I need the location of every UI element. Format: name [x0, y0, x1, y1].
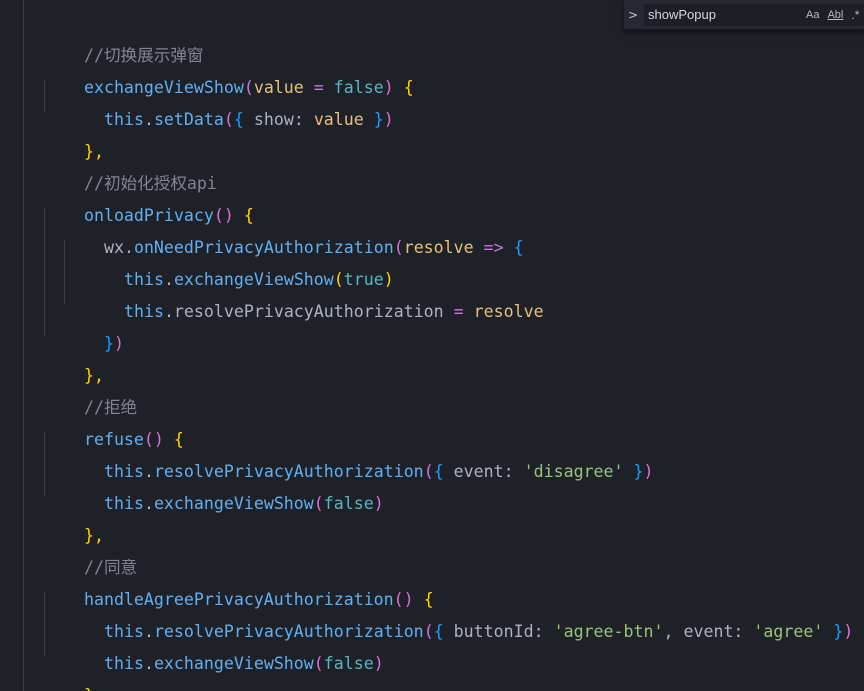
object-key: buttonId:	[443, 622, 554, 641]
brace: },	[84, 686, 104, 691]
paren: (	[313, 654, 324, 673]
brace: }	[823, 622, 844, 641]
dot: .	[143, 654, 154, 673]
find-input-container: Aa Abl .*	[644, 3, 864, 26]
indent-guide	[23, 0, 24, 691]
match-case-toggle[interactable]: Aa	[806, 9, 819, 21]
whole-word-toggle[interactable]: Abl	[827, 9, 843, 21]
this-keyword: this	[103, 494, 144, 513]
this-keyword: this	[123, 302, 164, 321]
string-literal: 'agree-btn'	[553, 622, 664, 641]
brace: {	[433, 622, 444, 641]
code-editor[interactable]: //切换展示弹窗 exchangeViewShow(value = false)…	[0, 0, 864, 691]
boolean: false	[323, 654, 374, 673]
brace: {	[433, 462, 444, 481]
this-keyword: this	[103, 110, 144, 129]
code-line[interactable]: },	[44, 104, 104, 161]
code-line[interactable]: },	[44, 488, 104, 545]
string-literal: 'agree'	[753, 622, 824, 641]
object-key: event:	[443, 462, 524, 481]
code-line[interactable]: //同意	[44, 520, 137, 577]
code-line[interactable]: this.exchangeViewShow(false)	[64, 616, 384, 673]
code-line[interactable]: //拒绝	[44, 360, 137, 417]
regex-toggle[interactable]: .*	[851, 8, 859, 22]
variable: resolve	[473, 302, 544, 321]
find-input[interactable]	[644, 7, 802, 22]
code-line[interactable]: this.exchangeViewShow(false)	[64, 456, 384, 513]
property: .resolvePrivacyAuthorization	[163, 302, 444, 321]
code-line[interactable]: },	[44, 328, 104, 385]
brace: }	[103, 334, 114, 353]
dot: .	[143, 110, 154, 129]
paren: )	[843, 622, 854, 641]
paren: )	[373, 654, 384, 673]
code-line[interactable]: refuse() {	[44, 392, 184, 449]
find-widget: > Aa Abl .*	[624, 0, 864, 30]
code-line[interactable]: this.setData({ show: value })	[64, 72, 394, 129]
code-line[interactable]: //切换展示弹窗	[44, 8, 204, 65]
code-line[interactable]: this.resolvePrivacyAuthorization = resol…	[84, 264, 544, 321]
code-line[interactable]: wx.onNeedPrivacyAuthorization(resolve =>…	[64, 200, 524, 257]
paren: (	[223, 110, 234, 129]
brace: {	[393, 78, 414, 97]
code-line[interactable]: },	[44, 648, 104, 691]
paren: )	[373, 494, 384, 513]
code-line[interactable]: })	[64, 296, 124, 353]
string-literal: 'disagree'	[523, 462, 624, 481]
code-line[interactable]: this.resolvePrivacyAuthorization({ event…	[64, 424, 654, 481]
brace: }	[363, 110, 384, 129]
brace: {	[233, 110, 244, 129]
brace: {	[513, 238, 524, 257]
code-line[interactable]: //初始化授权api	[44, 136, 217, 193]
method-name: exchangeViewShow	[153, 494, 314, 513]
code-line[interactable]: exchangeViewShow(value = false) {	[44, 40, 414, 97]
toggle-replace-chevron-icon[interactable]: >	[624, 0, 642, 29]
param: resolve	[403, 238, 474, 257]
object-key: , event:	[663, 622, 754, 641]
method-name: setData	[153, 110, 224, 129]
operator: =	[443, 302, 474, 321]
paren: (	[423, 622, 434, 641]
paren: )	[643, 462, 654, 481]
paren: )	[113, 334, 124, 353]
boolean: false	[323, 494, 374, 513]
brace: }	[623, 462, 644, 481]
variable: value	[313, 110, 364, 129]
code-line[interactable]: this.resolvePrivacyAuthorization({ butto…	[64, 584, 853, 641]
arrow: =>	[473, 238, 514, 257]
dot: .	[143, 494, 154, 513]
code-line[interactable]: onloadPrivacy() {	[44, 168, 254, 225]
method-name: exchangeViewShow	[153, 654, 314, 673]
paren: (	[313, 494, 324, 513]
object-key: show:	[243, 110, 314, 129]
paren: )	[383, 110, 394, 129]
this-keyword: this	[103, 654, 144, 673]
code-line[interactable]: this.exchangeViewShow(true)	[84, 232, 394, 289]
code-line[interactable]: handleAgreePrivacyAuthorization() {	[44, 552, 434, 609]
paren: (	[393, 238, 404, 257]
paren: (	[423, 462, 434, 481]
